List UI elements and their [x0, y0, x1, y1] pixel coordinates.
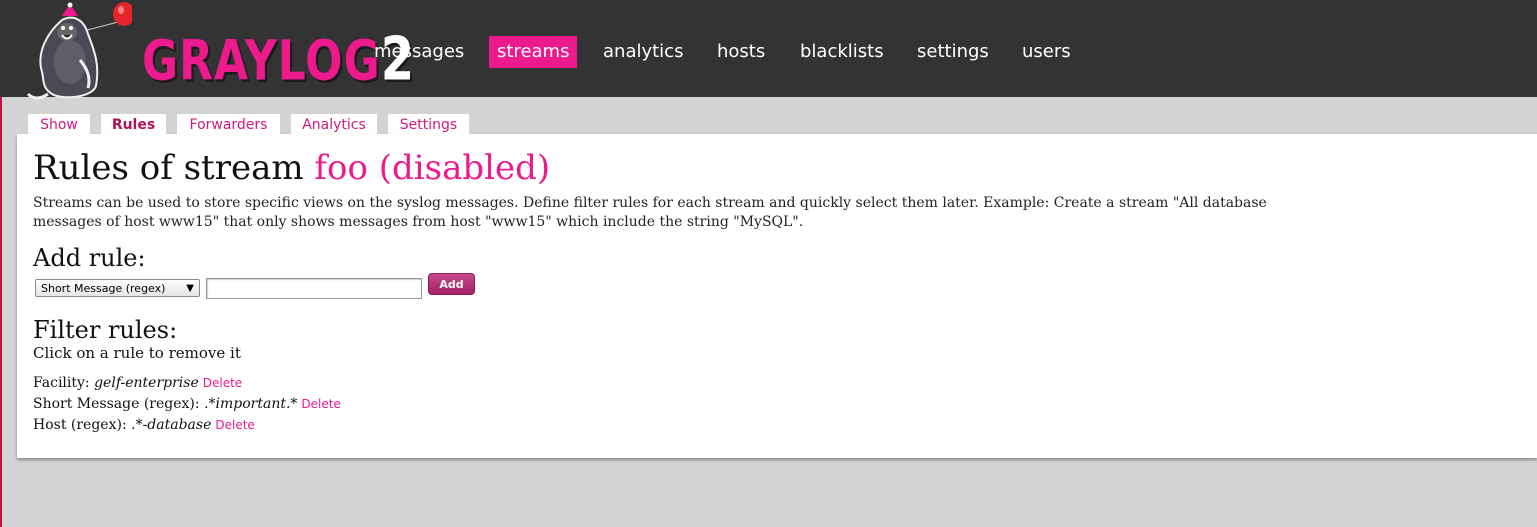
nav-settings[interactable]: settings — [909, 36, 997, 68]
add-rule-button[interactable]: Add — [428, 273, 475, 295]
nav-messages[interactable]: messages — [366, 36, 472, 68]
filter-rules-hint: Click on a rule to remove it — [33, 344, 241, 362]
delete-rule-link[interactable]: Delete — [215, 418, 254, 432]
delete-rule-link[interactable]: Delete — [301, 397, 340, 411]
rule-value-input[interactable] — [206, 278, 422, 299]
nav-hosts[interactable]: hosts — [709, 36, 773, 68]
rule-label: Short Message (regex): — [33, 396, 200, 412]
rule-type-selected-value: Short Message (regex) — [41, 282, 166, 295]
rule-value: .*important.* — [204, 396, 298, 412]
rule-value: .*-database — [131, 417, 212, 433]
page-title-prefix: Rules of stream — [33, 148, 304, 188]
tab-rules[interactable]: Rules — [101, 114, 166, 134]
nav-users[interactable]: users — [1014, 36, 1079, 68]
nav-analytics[interactable]: analytics — [595, 36, 691, 68]
add-rule-heading: Add rule: — [33, 244, 146, 272]
rule-type-select[interactable]: Short Message (regex) ▼ — [35, 279, 200, 297]
page-title: Rules of stream foo (disabled) — [33, 148, 550, 188]
tab-settings[interactable]: Settings — [388, 114, 469, 134]
logo-wordmark-text: GRAYLOG — [142, 29, 381, 93]
tab-show[interactable]: Show — [28, 114, 90, 134]
graylog-logo[interactable]: GRAYLOG2 — [22, 2, 414, 102]
rule-label: Host (regex): — [33, 417, 127, 433]
filter-rules-heading: Filter rules: — [33, 316, 178, 344]
stream-description: Streams can be used to store specific vi… — [33, 195, 1267, 230]
rule-label: Facility: — [33, 375, 90, 391]
tab-analytics[interactable]: Analytics — [291, 114, 377, 134]
rule-value: gelf-enterprise — [94, 375, 199, 391]
nav-streams[interactable]: streams — [489, 36, 578, 68]
filter-rule-item[interactable]: Host (regex): .*-database Delete — [33, 417, 255, 433]
nav-blacklists[interactable]: blacklists — [792, 36, 892, 68]
mascot-icon — [26, 2, 132, 100]
tab-forwarders[interactable]: Forwarders — [177, 114, 280, 134]
filter-rule-item[interactable]: Facility: gelf-enterprise Delete — [33, 375, 242, 391]
dropdown-arrow-icon: ▼ — [186, 283, 194, 294]
filter-rule-item[interactable]: Short Message (regex): .*important.* Dele… — [33, 396, 341, 412]
delete-rule-link[interactable]: Delete — [203, 376, 242, 390]
stream-name: foo (disabled) — [314, 148, 551, 188]
